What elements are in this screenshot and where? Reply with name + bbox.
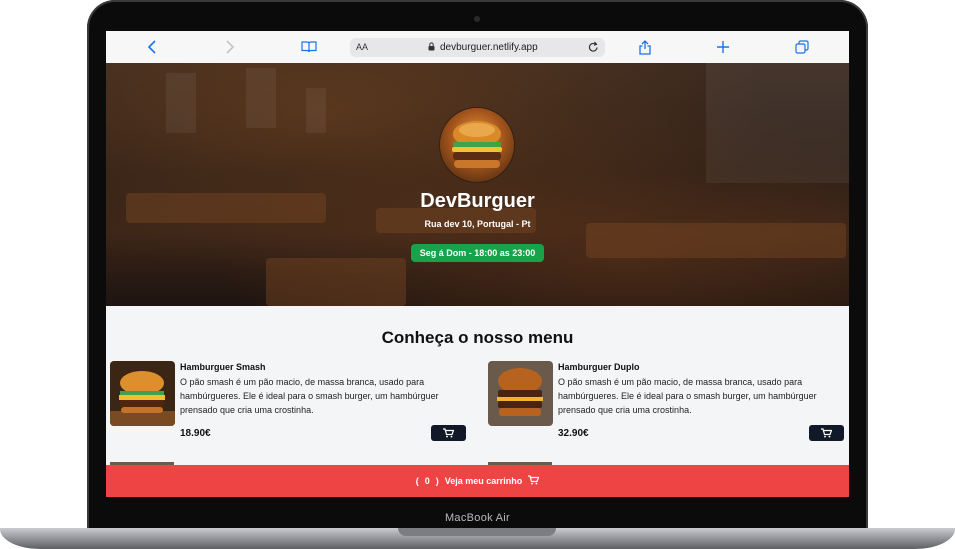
book-icon[interactable] [299, 37, 319, 57]
wall-decor [246, 68, 276, 128]
add-to-cart-button[interactable] [431, 425, 466, 441]
forward-icon[interactable] [220, 37, 240, 57]
camera [474, 16, 480, 22]
url-text: devburguer.netlify.app [440, 42, 538, 53]
wall-decor [166, 73, 196, 133]
burger-image [110, 361, 175, 426]
burger-image [488, 361, 553, 426]
plus-icon[interactable] [713, 37, 733, 57]
menu-item: Hamburguer Smash O pão smash é um pão ma… [110, 361, 466, 461]
share-icon[interactable] [635, 37, 655, 57]
menu-title: Conheça o nosso menu [381, 328, 574, 347]
address-bar[interactable]: AA devburguer.netlify.app [350, 38, 605, 57]
cart-count: 0 [424, 476, 430, 486]
model-label: MacBook Air [444, 512, 511, 524]
cart-icon [443, 428, 454, 438]
menu-item-description: O pão smash é um pão macio, de massa bra… [558, 377, 817, 415]
restaurant-address: Rua dev 10, Portugal - Pt [424, 219, 531, 229]
lock-icon [428, 42, 435, 54]
restaurant-name: DevBurguer [420, 190, 535, 212]
wall-decor [706, 63, 849, 183]
restaurant-chair [266, 258, 406, 306]
opening-hours-badge: Seg á Dom - 18:00 as 23:00 [411, 244, 544, 262]
cart-icon [528, 475, 540, 487]
add-to-cart-button[interactable] [809, 425, 844, 441]
hero-section: DevBurguer Rua dev 10, Portugal - Pt Seg… [106, 63, 849, 306]
logo [440, 108, 514, 182]
wall-decor [306, 88, 326, 133]
reload-icon[interactable] [588, 41, 599, 56]
burger-icon [452, 121, 502, 168]
menu-item-price: 18.90€ [180, 428, 211, 439]
screen: AA devburguer.netlify.app DevBurguer Rua… [106, 31, 849, 497]
menu-item-price: 32.90€ [558, 428, 589, 439]
browser-toolbar: AA devburguer.netlify.app [106, 31, 849, 64]
cart-footer-button[interactable]: ( 0 ) Veja meu carrinho [106, 465, 849, 497]
cart-open-paren: ( [415, 476, 419, 486]
tabs-icon[interactable] [792, 37, 812, 57]
menu-item-name: Hamburguer Duplo [558, 362, 640, 372]
cart-icon [821, 428, 832, 438]
laptop-notch [398, 528, 556, 536]
menu-item-description: O pão smash é um pão macio, de massa bra… [180, 377, 439, 415]
cart-close-paren: ) [435, 476, 439, 486]
back-icon[interactable] [142, 37, 162, 57]
menu-item: Hamburguer Duplo O pão smash é um pão ma… [488, 361, 844, 461]
text-size-button[interactable]: AA [356, 42, 368, 52]
menu-item-name: Hamburguer Smash [180, 362, 266, 372]
cart-label: Veja meu carrinho [444, 476, 523, 486]
